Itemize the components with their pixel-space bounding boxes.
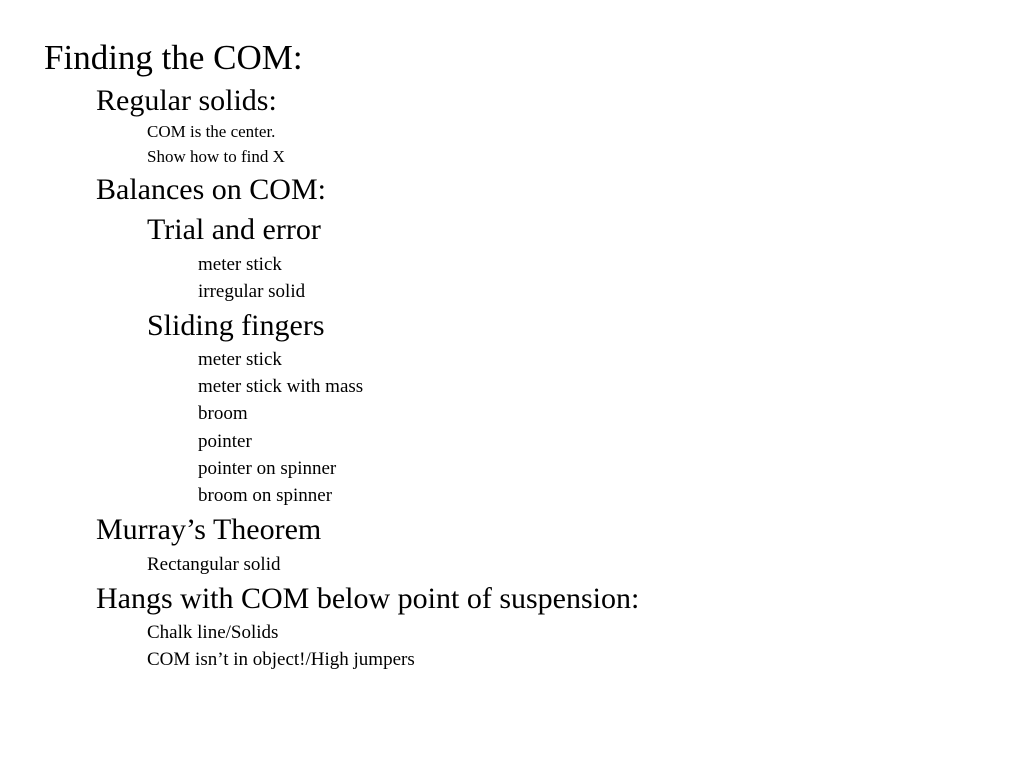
bullet-item: meter stick: [198, 254, 282, 275]
bullet-item: Show how to find X: [147, 147, 285, 166]
bullet-item: meter stick with mass: [198, 376, 364, 397]
bullet-item: pointer on spinner: [198, 458, 337, 479]
heading-sliding-fingers: Sliding fingers: [147, 309, 325, 342]
bullet-item: Rectangular solid: [147, 554, 281, 575]
bullet-item: broom on spinner: [198, 485, 333, 506]
heading-trial-and-error: Trial and error: [147, 213, 321, 246]
heading-regular-solids: Regular solids:: [96, 84, 277, 117]
heading-murrays-theorem: Murray’s Theorem: [96, 513, 322, 546]
bullet-item: broom: [198, 403, 248, 424]
bullet-item: COM isn’t in object!/High jumpers: [147, 649, 415, 670]
bullet-item: COM is the center.: [147, 122, 276, 141]
bullet-item: pointer: [198, 431, 252, 452]
slide-title: Finding the COM:: [44, 38, 303, 77]
bullet-item: irregular solid: [198, 281, 306, 302]
heading-balances: Balances on COM:: [96, 173, 326, 206]
bullet-item: meter stick: [198, 349, 282, 370]
heading-hangs-below-suspension: Hangs with COM below point of suspension…: [96, 582, 640, 615]
bullet-item: Chalk line/Solids: [147, 622, 279, 643]
